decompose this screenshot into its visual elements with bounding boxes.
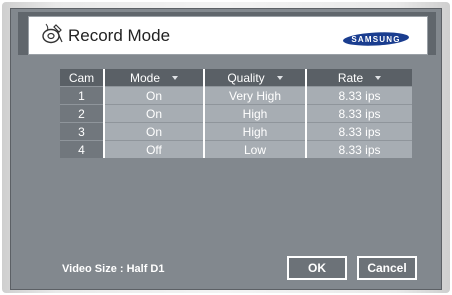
rate-cell[interactable]: 8.33 ips bbox=[306, 86, 412, 105]
rate-cell[interactable]: 8.33 ips bbox=[306, 122, 412, 141]
column-header-mode[interactable]: Mode bbox=[104, 69, 205, 87]
triangle-down-icon[interactable] bbox=[375, 76, 382, 81]
mode-cell[interactable]: On bbox=[104, 86, 205, 105]
dialog-title: Record Mode bbox=[68, 26, 171, 45]
mode-cell[interactable]: On bbox=[104, 104, 205, 123]
record-settings-icon bbox=[42, 23, 63, 44]
rate-cell[interactable]: 8.33 ips bbox=[306, 104, 412, 123]
cam-number: 4 bbox=[60, 140, 105, 158]
cam-number: 2 bbox=[60, 104, 105, 123]
table-header-row: Cam Mode Quality Rate bbox=[60, 69, 412, 87]
cam-number: 1 bbox=[60, 86, 105, 105]
quality-cell[interactable]: Very High bbox=[204, 86, 307, 105]
column-header-cam: Cam bbox=[60, 69, 105, 87]
quality-cell[interactable]: High bbox=[204, 104, 307, 123]
cancel-button[interactable]: Cancel bbox=[357, 256, 417, 280]
table-row: 2 On High 8.33 ips bbox=[60, 104, 412, 123]
table-row: 3 On High 8.33 ips bbox=[60, 122, 412, 141]
cam-number: 3 bbox=[60, 122, 105, 141]
record-mode-table: Cam Mode Quality Rate 1 On Very High 8.3… bbox=[60, 69, 412, 158]
rate-cell[interactable]: 8.33 ips bbox=[306, 140, 412, 158]
video-size-label: Video Size : Half D1 bbox=[62, 263, 165, 275]
triangle-down-icon[interactable] bbox=[276, 76, 283, 81]
column-header-rate[interactable]: Rate bbox=[306, 69, 412, 87]
table-row: 1 On Very High 8.33 ips bbox=[60, 86, 412, 105]
brand-logo-text: SAMSUNG bbox=[351, 35, 400, 44]
triangle-down-icon[interactable] bbox=[172, 76, 179, 81]
mode-cell[interactable]: On bbox=[104, 122, 205, 141]
quality-cell[interactable]: Low bbox=[204, 140, 307, 158]
quality-cell[interactable]: High bbox=[204, 122, 307, 141]
mode-cell[interactable]: Off bbox=[104, 140, 205, 158]
column-header-quality[interactable]: Quality bbox=[204, 69, 307, 87]
ok-button[interactable]: OK bbox=[287, 256, 347, 280]
samsung-logo: SAMSUNG bbox=[343, 32, 409, 46]
table-row: 4 Off Low 8.33 ips bbox=[60, 140, 412, 158]
